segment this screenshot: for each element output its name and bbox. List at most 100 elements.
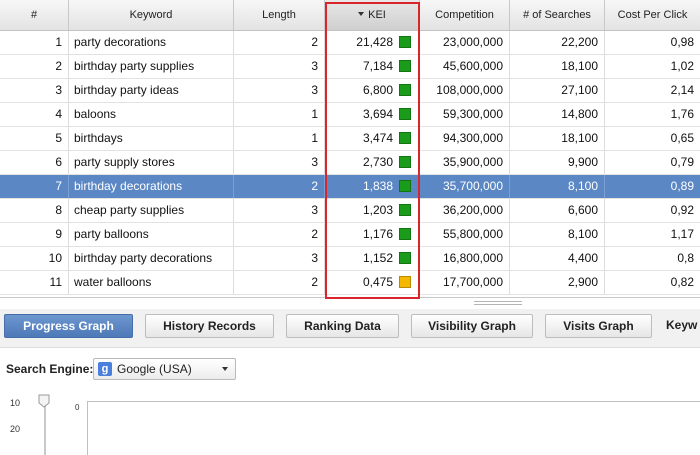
- cell-searches: 4,400: [510, 247, 605, 270]
- pane-splitter-handle[interactable]: [474, 301, 522, 305]
- cell-kei: 7,184: [325, 55, 420, 78]
- table-row[interactable]: 2 birthday party supplies 3 7,184 45,600,000…: [0, 55, 700, 79]
- tab-visits-graph[interactable]: Visits Graph: [545, 314, 652, 338]
- cell-competition: 35,700,000: [420, 175, 510, 198]
- cell-keyword: party balloons: [69, 223, 234, 246]
- cell-searches: 8,100: [510, 175, 605, 198]
- cell-cpc: 0,89: [670, 179, 694, 193]
- cell-keyword: birthday decorations: [69, 175, 234, 198]
- kei-indicator-square: [399, 60, 411, 72]
- col-header-competition[interactable]: Competition: [420, 0, 510, 30]
- cell-length: 3: [234, 151, 325, 174]
- cell-index: 6: [0, 151, 69, 174]
- col-header-keyword[interactable]: Keyword: [69, 0, 234, 30]
- table-row[interactable]: 1 party decorations 2 21,428 23,000,000 22,20…: [0, 31, 700, 55]
- chevron-down-icon: [222, 367, 228, 371]
- kei-indicator-square: [399, 156, 411, 168]
- search-engine-label: Search Engine:: [6, 362, 94, 376]
- kei-value: 3,474: [362, 131, 393, 145]
- cell-keyword: birthdays: [69, 127, 234, 150]
- kei-value: 7,184: [362, 59, 393, 73]
- cell-length: 2: [234, 31, 325, 54]
- col-header-searches[interactable]: # of Searches: [510, 0, 605, 30]
- tab-ranking-data[interactable]: Ranking Data: [286, 314, 399, 338]
- cell-cpc: 2,14: [670, 83, 694, 97]
- tab-bar: Progress Graph History Records Ranking D…: [0, 309, 700, 348]
- zoom-slider-track[interactable]: [44, 404, 46, 455]
- cell-length: 2: [234, 175, 325, 198]
- kei-indicator-square: [399, 84, 411, 96]
- cell-index: 3: [0, 79, 69, 102]
- col-header-cpc[interactable]: Cost Per Click: [605, 0, 700, 30]
- table-row[interactable]: 10 birthday party decorations 3 1,152 16,800…: [0, 247, 700, 271]
- graph-zero-label: 0: [75, 403, 80, 412]
- cell-cpc: 1,02: [670, 59, 694, 73]
- cell-searches: 18,100: [510, 127, 605, 150]
- table-row[interactable]: 5 birthdays 1 3,474 94,300,000 18,100 0,65: [0, 127, 700, 151]
- kei-value: 0,475: [362, 275, 393, 289]
- cell-keyword: water balloons: [69, 271, 234, 294]
- cell-kei: 1,203: [325, 199, 420, 222]
- cell-length: 3: [234, 199, 325, 222]
- cell-keyword: party supply stores: [69, 151, 234, 174]
- cell-kei: 1,838: [325, 175, 420, 198]
- cell-competition: 45,600,000: [420, 55, 510, 78]
- cell-searches: 27,100: [510, 79, 605, 102]
- cell-competition: 59,300,000: [420, 103, 510, 126]
- cell-kei: 3,694: [325, 103, 420, 126]
- cell-searches: 18,100: [510, 55, 605, 78]
- table-row[interactable]: 8 cheap party supplies 3 1,203 36,200,000 6,6…: [0, 199, 700, 223]
- kei-value: 6,800: [362, 83, 393, 97]
- kei-value: 1,176: [362, 227, 393, 241]
- cell-kei: 1,152: [325, 247, 420, 270]
- cell-keyword: birthday party supplies: [69, 55, 234, 78]
- kei-indicator-square: [399, 204, 411, 216]
- cell-kei: 2,730: [325, 151, 420, 174]
- zoom-slider-handle[interactable]: [38, 394, 50, 408]
- col-header-index[interactable]: #: [0, 0, 69, 30]
- cell-length: 2: [234, 271, 325, 294]
- col-header-kei[interactable]: KEI: [325, 0, 420, 30]
- cell-searches: 22,200: [510, 31, 605, 54]
- tab-keywords-clipped[interactable]: Keyw: [666, 314, 700, 338]
- cell-index: 2: [0, 55, 69, 78]
- kei-indicator-square: [399, 36, 411, 48]
- cell-index: 11: [0, 271, 69, 294]
- table-row[interactable]: 7 birthday decorations 2 1,838 35,700,000 8,1…: [0, 175, 700, 199]
- cell-searches: 14,800: [510, 103, 605, 126]
- table-row[interactable]: 11 water balloons 2 0,475 17,700,000 2,900 0,8…: [0, 271, 700, 295]
- cell-competition: 108,000,000: [420, 79, 510, 102]
- tab-visibility-graph[interactable]: Visibility Graph: [411, 314, 533, 338]
- cell-index: 8: [0, 199, 69, 222]
- y-tick-20: 20: [10, 424, 21, 434]
- col-header-length[interactable]: Length: [234, 0, 325, 30]
- table-header: # Keyword Length KEI Competition # of Se…: [0, 0, 700, 31]
- table-row[interactable]: 6 party supply stores 3 2,730 35,900,000 9,90…: [0, 151, 700, 175]
- tab-progress-graph[interactable]: Progress Graph: [4, 314, 133, 338]
- kei-indicator-square: [399, 228, 411, 240]
- kei-indicator-square: [399, 180, 411, 192]
- table-row[interactable]: 3 birthday party ideas 3 6,800 108,000,000 27…: [0, 79, 700, 103]
- tab-keywords-label: Keyw: [666, 318, 698, 332]
- col-header-competition-label: Competition: [435, 9, 494, 21]
- cell-kei: 1,176: [325, 223, 420, 246]
- cell-index: 4: [0, 103, 69, 126]
- google-g-icon: g: [98, 362, 112, 376]
- cell-keyword: party decorations: [69, 31, 234, 54]
- table-row[interactable]: 9 party balloons 2 1,176 55,800,000 8,100 1,17: [0, 223, 700, 247]
- search-engine-select[interactable]: g Google (USA): [93, 358, 236, 380]
- tab-ranking-data-label: Ranking Data: [304, 319, 381, 333]
- cell-competition: 94,300,000: [420, 127, 510, 150]
- cell-competition: 35,900,000: [420, 151, 510, 174]
- cell-competition: 36,200,000: [420, 199, 510, 222]
- kei-value: 2,730: [362, 155, 393, 169]
- cell-keyword: birthday party decorations: [69, 247, 234, 270]
- tab-history-records-label: History Records: [163, 319, 256, 333]
- cell-searches: 6,600: [510, 199, 605, 222]
- table-row[interactable]: 4 baloons 1 3,694 59,300,000 14,800 1,76: [0, 103, 700, 127]
- cell-length: 2: [234, 223, 325, 246]
- cell-kei: 21,428: [325, 31, 420, 54]
- tab-history-records[interactable]: History Records: [145, 314, 274, 338]
- kei-value: 3,694: [362, 107, 393, 121]
- cell-index: 7: [0, 175, 69, 198]
